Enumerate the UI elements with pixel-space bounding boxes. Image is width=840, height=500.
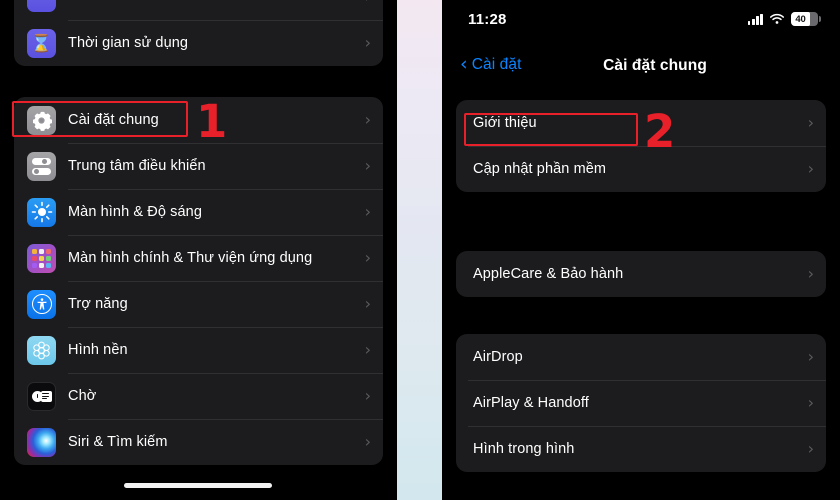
list-item-label: Hình nền: [68, 341, 128, 358]
chevron-right-icon: ›: [364, 294, 371, 313]
status-bar: 11:28 40: [442, 0, 840, 38]
gear-icon: [27, 105, 56, 135]
battery-percent: 40: [795, 13, 806, 25]
partial-icon: [27, 0, 56, 12]
list-item-label: Chờ: [68, 387, 97, 404]
panel-divider: [397, 0, 442, 500]
settings-group-about: Giới thiệu › Cập nhật phần mềm ›: [442, 100, 840, 192]
navigation-bar: ‹ Cài đặt Cài đặt chung: [442, 54, 840, 86]
status-bar-indicators: 40: [747, 12, 821, 26]
chevron-right-icon: ›: [364, 33, 371, 52]
list-item-label: Cập nhật phần mềm: [473, 160, 607, 177]
settings-group-sharing: AirDrop › AirPlay & Handoff › Hình trong…: [442, 334, 840, 472]
list-item-wallpaper[interactable]: Hình nền ›: [14, 327, 383, 373]
chevron-right-icon: ›: [364, 110, 371, 129]
siri-icon: [27, 427, 56, 457]
chevron-right-icon: ›: [807, 347, 814, 366]
chevron-right-icon: ›: [364, 340, 371, 359]
list-item-control-center[interactable]: Trung tâm điều khiển ›: [14, 143, 383, 189]
chevron-right-icon: ›: [807, 393, 814, 412]
left-phone-screen: › ⌛ Thời gian sử dụng ›: [0, 0, 397, 500]
screenshot-stage: › ⌛ Thời gian sử dụng ›: [0, 0, 840, 500]
list-item-display-brightness[interactable]: Màn hình & Độ sáng ›: [14, 189, 383, 235]
chevron-right-icon: ›: [364, 202, 371, 221]
chevron-right-icon: ›: [807, 264, 814, 283]
list-item-home-screen[interactable]: Màn hình chính & Thư viện ứng dụng ›: [14, 235, 383, 281]
list-item-applecare[interactable]: AppleCare & Bảo hành ›: [456, 251, 826, 297]
list-item-label: Thời gian sử dụng: [68, 34, 189, 51]
control-center-icon: [27, 151, 56, 181]
list-item-accessibility[interactable]: Trợ năng ›: [14, 281, 383, 327]
home-screen-icon: [27, 243, 56, 273]
list-item-screen-time[interactable]: ⌛ Thời gian sử dụng ›: [14, 20, 383, 66]
brightness-icon: [27, 197, 56, 227]
settings-group-applecare: AppleCare & Bảo hành ›: [442, 251, 840, 297]
list-item-label: [68, 0, 359, 5]
battery-icon: 40: [791, 12, 821, 26]
list-item-label: Giới thiệu: [473, 114, 537, 131]
chevron-right-icon: ›: [364, 156, 371, 175]
wifi-icon: [769, 13, 785, 25]
list-item-label: Màn hình chính & Thư viện ứng dụng: [68, 249, 313, 266]
list-item-label: AirPlay & Handoff: [473, 394, 589, 411]
list-item-airplay-handoff[interactable]: AirPlay & Handoff ›: [456, 380, 826, 426]
list-item-airdrop[interactable]: AirDrop ›: [456, 334, 826, 380]
list-item-label: Trung tâm điều khiển: [68, 157, 206, 174]
chevron-right-icon: ›: [807, 439, 814, 458]
list-item-label: AppleCare & Bảo hành: [473, 265, 624, 282]
status-bar-time: 11:28: [468, 10, 507, 28]
list-item-label: Cài đặt chung: [68, 111, 159, 128]
list-item-siri-search[interactable]: Siri & Tìm kiếm ›: [14, 419, 383, 465]
list-item-label: Hình trong hình: [473, 440, 575, 457]
standby-icon: [27, 381, 56, 411]
right-phone-screen: 11:28 40 ‹ Cài đặt Cài đặt chung Giới th…: [442, 0, 840, 500]
list-item-general[interactable]: Cài đặt chung ›: [14, 97, 383, 143]
page-title: Cài đặt chung: [603, 57, 707, 74]
cellular-signal-icon: [747, 13, 763, 25]
list-item[interactable]: ›: [14, 0, 383, 20]
list-item-picture-in-picture[interactable]: Hình trong hình ›: [456, 426, 826, 472]
chevron-right-icon: ›: [807, 113, 814, 132]
settings-group-general: Cài đặt chung › Trung tâm điều khiển › M…: [0, 97, 397, 465]
list-item-standby[interactable]: Chờ ›: [14, 373, 383, 419]
home-indicator: [124, 483, 272, 488]
chevron-right-icon: ›: [364, 386, 371, 405]
chevron-right-icon: ›: [807, 159, 814, 178]
hourglass-icon: ⌛: [27, 28, 56, 58]
chevron-right-icon: ›: [364, 248, 371, 267]
chevron-right-icon: ›: [364, 432, 371, 451]
list-item-label: AirDrop: [473, 348, 523, 365]
accessibility-icon: [27, 289, 56, 319]
settings-group-screentime: › ⌛ Thời gian sử dụng ›: [0, 0, 397, 66]
list-item-label: Màn hình & Độ sáng: [68, 203, 202, 220]
list-item-label: Siri & Tìm kiếm: [68, 433, 168, 450]
list-item-label: Trợ năng: [68, 295, 128, 312]
wallpaper-icon: [27, 335, 56, 365]
chevron-right-icon: ›: [365, 0, 371, 5]
list-item-about[interactable]: Giới thiệu ›: [456, 100, 826, 146]
list-item-software-update[interactable]: Cập nhật phần mềm ›: [456, 146, 826, 192]
